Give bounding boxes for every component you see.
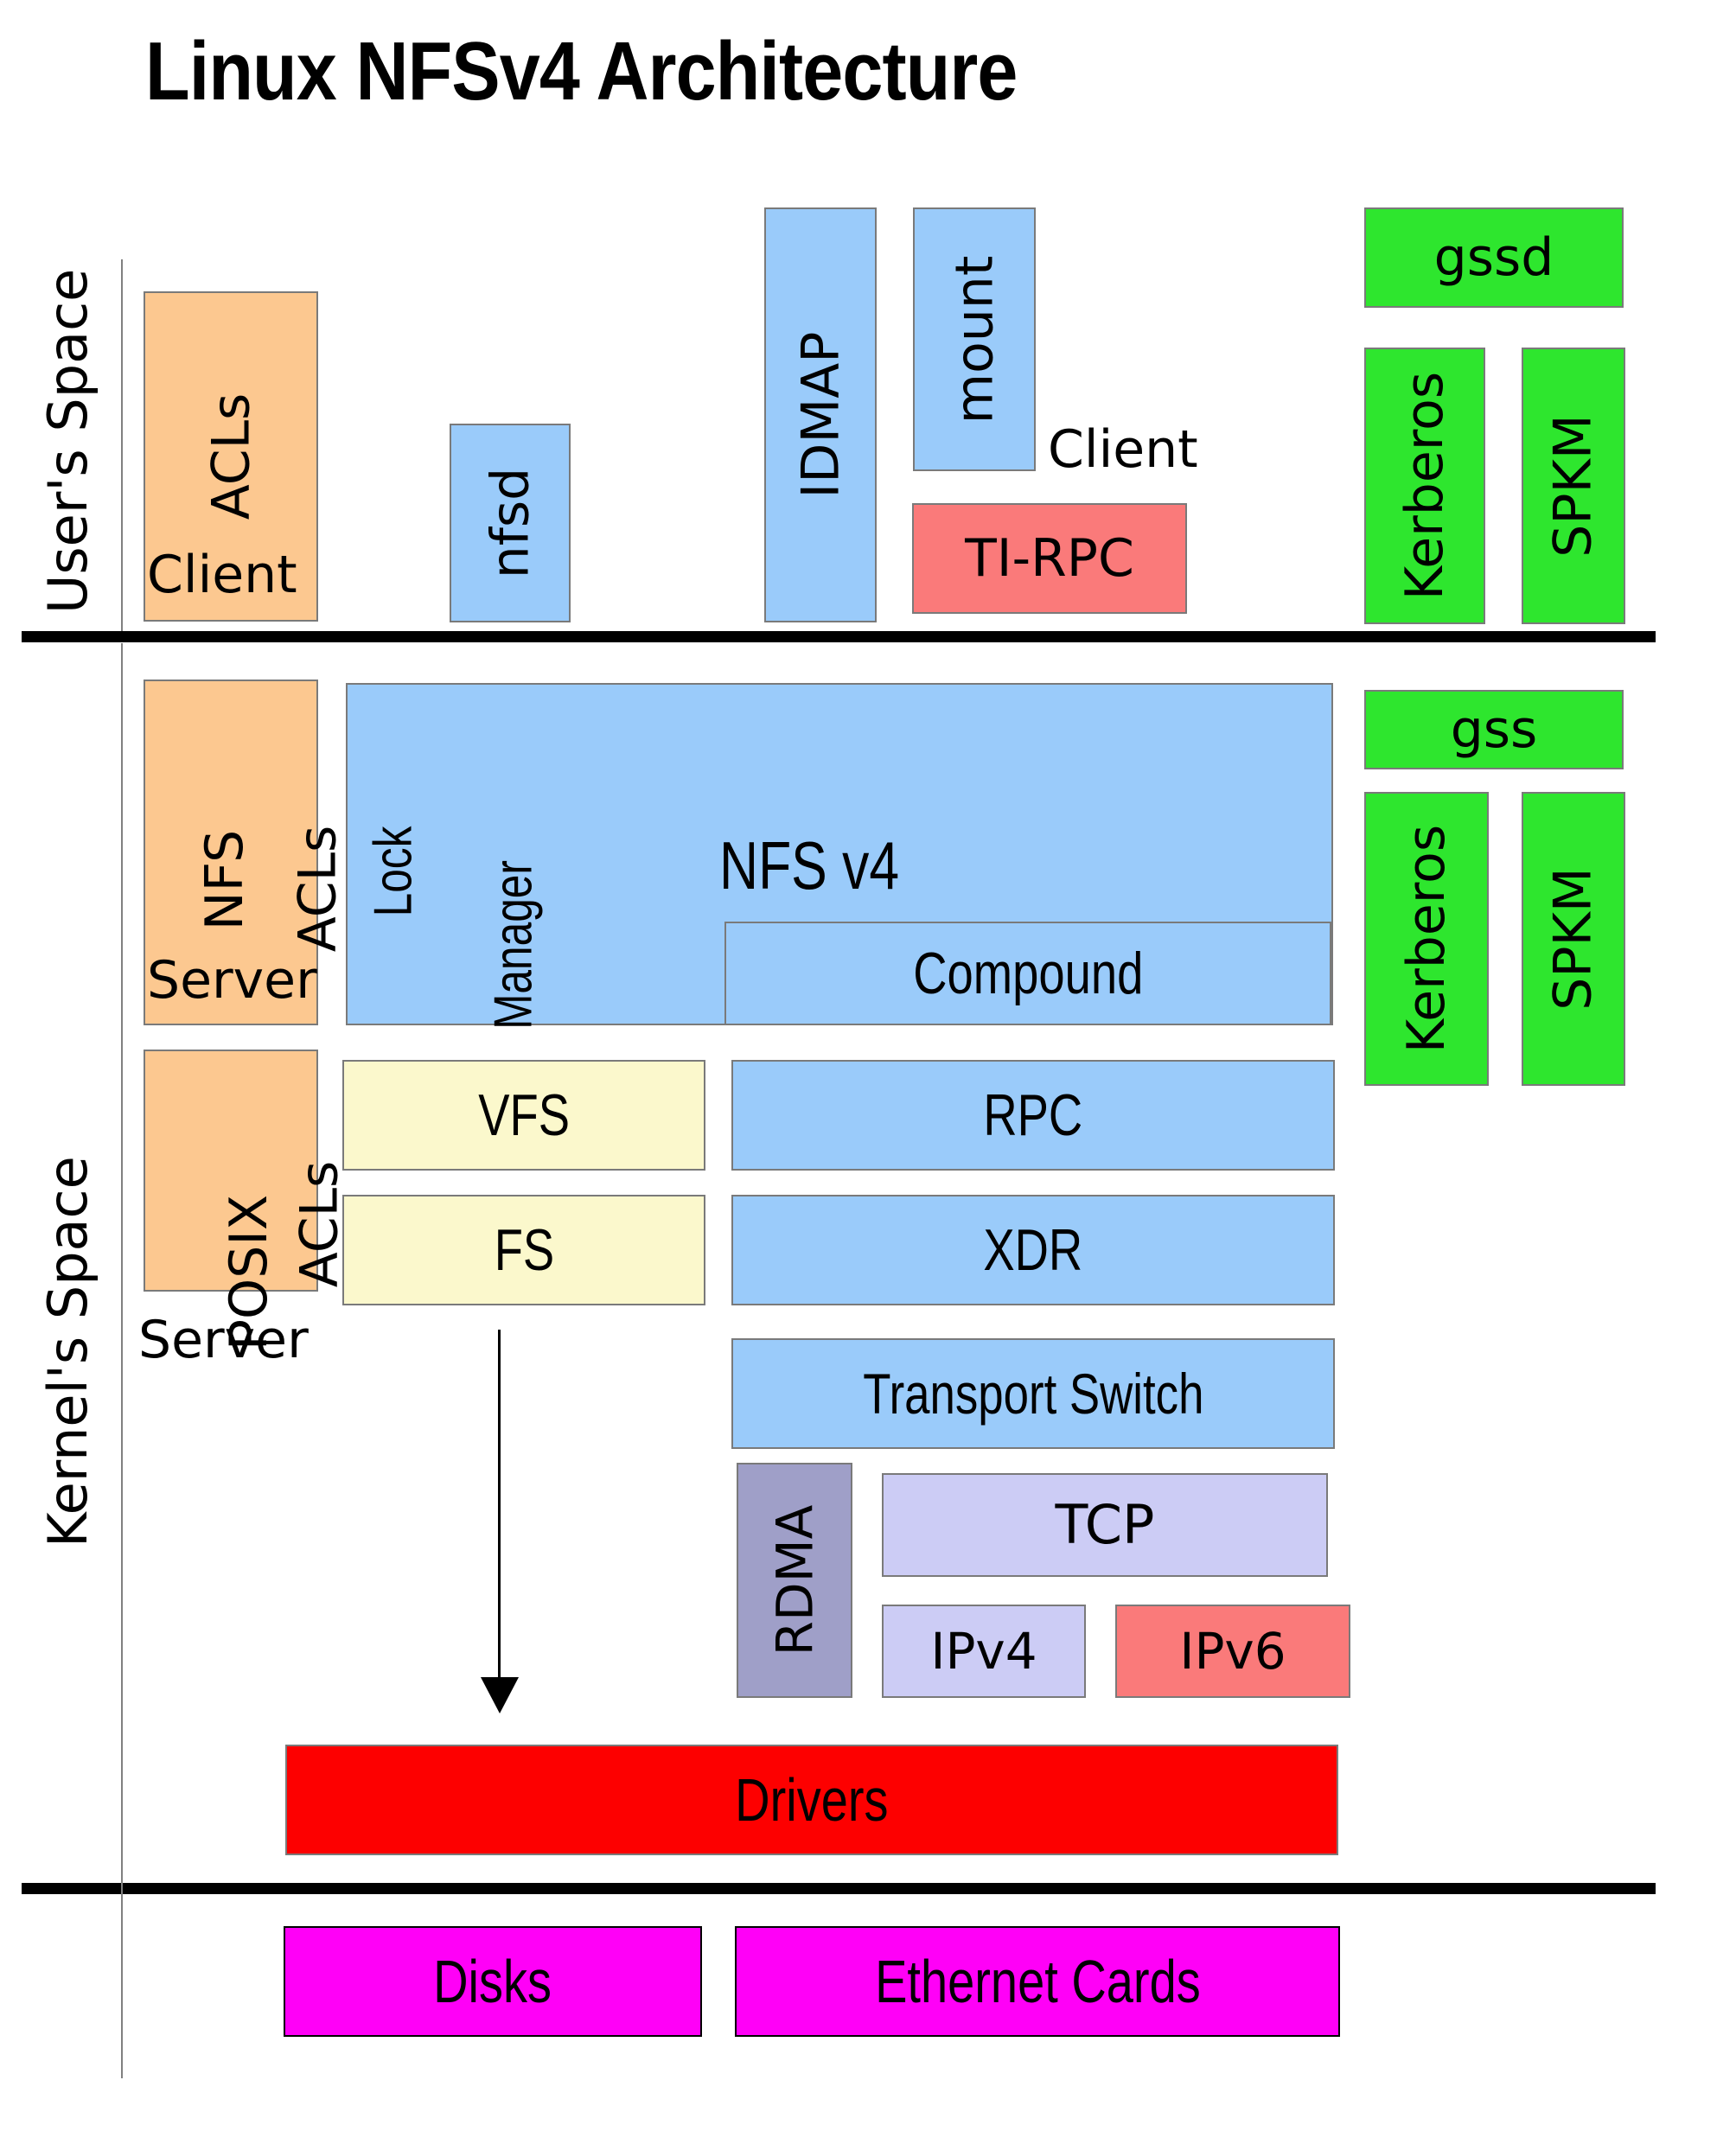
nfs-acls-label-b: ACLs	[287, 825, 348, 953]
tcp-box[interactable]: TCP	[882, 1473, 1328, 1577]
kernel-spkm-box[interactable]: SPKM	[1522, 792, 1625, 1086]
rdma-label: RDMA	[765, 1504, 824, 1656]
rpc-box[interactable]: RPC	[731, 1060, 1335, 1171]
idmap-box[interactable]: IDMAP	[764, 207, 877, 622]
gss-box[interactable]: gss	[1364, 690, 1624, 769]
user-space-label-rule	[121, 259, 123, 631]
rpc-label: RPC	[983, 1082, 1083, 1148]
ethernet-cards-label: Ethernet Cards	[874, 1948, 1201, 2015]
nfs-acls-server-sublabel: Server	[147, 950, 317, 1011]
vfs-box[interactable]: VFS	[342, 1060, 705, 1171]
fs-box[interactable]: FS	[342, 1195, 705, 1305]
transport-switch-label: Transport Switch	[862, 1362, 1204, 1426]
compound-box[interactable]: Compound	[724, 922, 1331, 1025]
posix-acls-label-b: ACLs	[289, 1160, 350, 1288]
fs-to-drivers-arrow-line	[498, 1330, 501, 1684]
user-kerberos-box[interactable]: Kerberos	[1364, 348, 1485, 624]
kernel-space-label-rule	[121, 643, 123, 2078]
compound-label: Compound	[912, 941, 1144, 1006]
disks-box[interactable]: Disks	[284, 1926, 702, 2037]
idmap-label: IDMAP	[790, 331, 852, 499]
posix-server-sublabel: Server	[138, 1310, 309, 1370]
vfs-label: VFS	[478, 1082, 570, 1148]
disks-label: Disks	[433, 1948, 552, 2015]
posix-acls-box[interactable]: POSIX ACLs	[144, 1050, 349, 1350]
kernel-spkm-label: SPKM	[1543, 867, 1605, 1011]
xdr-box[interactable]: XDR	[731, 1195, 1335, 1305]
rdma-box[interactable]: RDMA	[737, 1463, 852, 1698]
user-space-label: User's Space	[36, 268, 99, 614]
ethernet-cards-box[interactable]: Ethernet Cards	[735, 1926, 1340, 2037]
kernel-space-label: Kernel's Space	[36, 1156, 99, 1547]
client-text-label: Client	[1048, 419, 1198, 480]
ti-rpc-label: TI-RPC	[965, 528, 1134, 589]
xdr-label: XDR	[983, 1217, 1083, 1283]
nfsd-label: nfsd	[480, 467, 540, 579]
fs-to-drivers-arrow-head	[481, 1677, 519, 1713]
fs-label: FS	[494, 1217, 554, 1283]
nfs-acls-label-a: NFS	[195, 829, 256, 931]
user-spkm-label: SPKM	[1543, 414, 1605, 558]
user-kerberos-label: Kerberos	[1395, 371, 1456, 601]
ipv6-box[interactable]: IPv6	[1115, 1605, 1350, 1698]
lock-manager-label-b: Manager	[483, 860, 544, 1030]
ti-rpc-box[interactable]: TI-RPC	[912, 503, 1187, 614]
ipv6-label: IPv6	[1179, 1622, 1286, 1681]
user-acls-label: ACLs	[200, 392, 261, 520]
gss-label: gss	[1450, 699, 1538, 760]
lock-manager-label-a: Lock	[363, 826, 424, 917]
user-acls-client-sublabel: Client	[147, 545, 297, 605]
mount-box[interactable]: mount	[913, 207, 1036, 471]
ipv4-label: IPv4	[930, 1622, 1037, 1681]
drivers-box[interactable]: Drivers	[285, 1745, 1338, 1855]
page-title: Linux NFSv4 Architecture	[145, 25, 1018, 118]
diagram-canvas: Linux NFSv4 Architecture User's Space Ke…	[0, 0, 1736, 2144]
nfs-v4-label: NFS v4	[719, 827, 900, 903]
drivers-label: Drivers	[735, 1766, 889, 1834]
gssd-label: gssd	[1433, 227, 1554, 288]
ipv4-box[interactable]: IPv4	[882, 1605, 1086, 1698]
user-kernel-divider	[22, 631, 1656, 642]
user-spkm-box[interactable]: SPKM	[1522, 348, 1625, 624]
nfsd-box[interactable]: nfsd	[450, 424, 571, 622]
gssd-box[interactable]: gssd	[1364, 207, 1624, 308]
kernel-kerberos-label: Kerberos	[1396, 824, 1458, 1054]
tcp-label: TCP	[1055, 1493, 1155, 1556]
kernel-kerberos-box[interactable]: Kerberos	[1364, 792, 1489, 1086]
kernel-hardware-divider	[22, 1883, 1656, 1894]
transport-switch-box[interactable]: Transport Switch	[731, 1338, 1335, 1449]
mount-label: mount	[944, 255, 1005, 424]
